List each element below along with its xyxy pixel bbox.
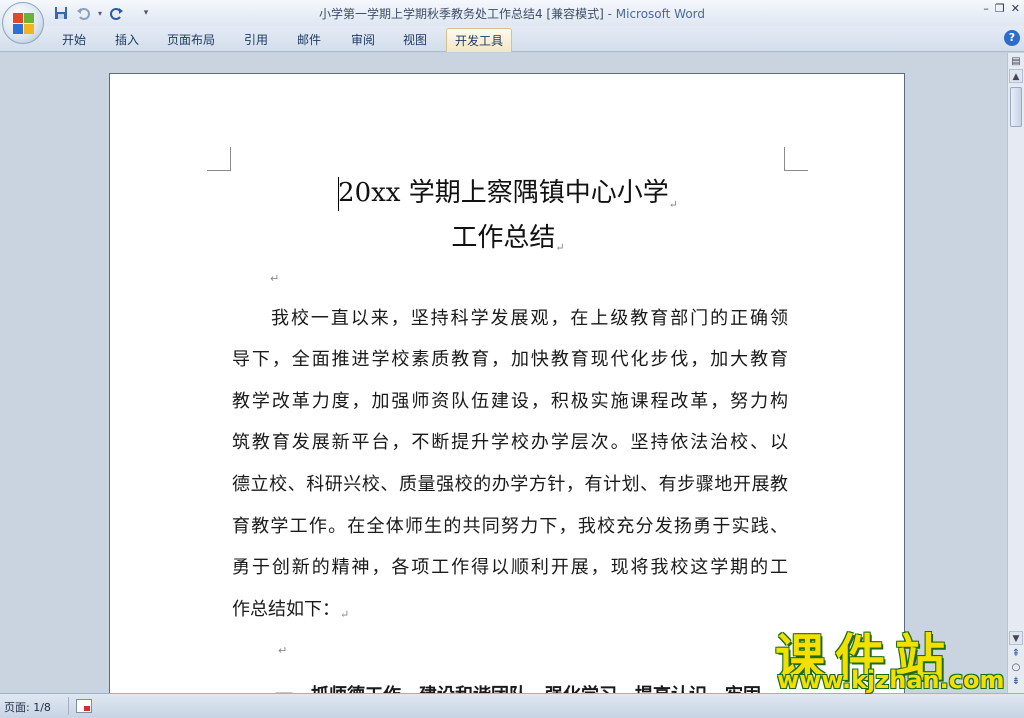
tab-references[interactable]: 引用 bbox=[244, 31, 268, 48]
body-line-8-text: 作总结如下： bbox=[232, 599, 340, 620]
title-bar: ▾ ▾ 小学第一学期上学期秋季教务处工作总结4 [兼容模式] - Microso… bbox=[0, 0, 1024, 26]
office-button[interactable] bbox=[2, 2, 44, 44]
close-button[interactable]: ✕ bbox=[1011, 2, 1020, 15]
ribbon-tab-bar: 开始 插入 页面布局 引用 邮件 审阅 视图 开发工具 ? bbox=[0, 26, 1024, 52]
paragraph-mark: ↵ bbox=[340, 608, 350, 621]
status-divider bbox=[68, 697, 69, 715]
body-line-4: 筑教育发展新平台，不断提升学校办学层次。坚持依法治校、以 bbox=[232, 432, 788, 453]
vertical-scrollbar[interactable]: ▤ ▲ ▼ ⇞ ○ ⇟ bbox=[1007, 53, 1024, 693]
tab-developer[interactable]: 开发工具 bbox=[446, 28, 513, 52]
watermark-url: www.kjzhan.com bbox=[777, 666, 1005, 694]
scroll-thumb[interactable] bbox=[1010, 87, 1022, 127]
margin-corner-left bbox=[207, 147, 231, 171]
paragraph-mark: ↵ bbox=[668, 198, 678, 211]
empty-paragraph-mark: ↵ bbox=[270, 272, 280, 285]
window-controls: – ❐ ✕ bbox=[983, 2, 1020, 15]
empty-paragraph-mark: ↵ bbox=[278, 644, 288, 657]
page-count[interactable]: 页面: 1/8 bbox=[4, 699, 51, 715]
scroll-down-button[interactable]: ▼ bbox=[1009, 631, 1023, 645]
body-line-3: 教学改革力度，加强师资队伍建设，积极实施课程改革，努力构 bbox=[232, 391, 788, 412]
tab-mailings[interactable]: 邮件 bbox=[297, 31, 321, 48]
document-title-line-2: 工作总结↵ bbox=[110, 217, 906, 254]
document-name: 小学第一学期上学期秋季教务处工作总结4 [兼容模式] bbox=[318, 7, 604, 21]
body-line-6: 育教学工作。在全体师生的共同努力下，我校充分发扬勇于实践、 bbox=[232, 516, 788, 537]
tab-view[interactable]: 视图 bbox=[403, 31, 427, 48]
body-line-7: 勇于创新的精神，各项工作得以顺利开展，现将我校这学期的工 bbox=[232, 557, 788, 578]
restore-button[interactable]: ❐ bbox=[995, 2, 1005, 15]
document-title-line-1: 20xx 学期上察隅镇中心小学↵ bbox=[110, 172, 906, 211]
office-logo-icon bbox=[13, 13, 35, 35]
site-watermark: 课件站 www.kjzhan.com bbox=[775, 618, 1010, 698]
title-separator: - bbox=[603, 7, 616, 21]
select-browse-object-icon[interactable]: ○ bbox=[1009, 661, 1023, 675]
margin-corner-right bbox=[784, 147, 808, 171]
body-line-1: 我校一直以来，坚持科学发展观，在上级教育部门的正确领 bbox=[271, 308, 788, 329]
view-ruler-icon[interactable]: ▤ bbox=[1009, 55, 1023, 69]
document-area[interactable]: 20xx 学期上察隅镇中心小学↵ 工作总结↵ ↵ 我校一直以来，坚持科学发展观，… bbox=[0, 53, 1007, 693]
body-line-8: 作总结如下：↵ bbox=[232, 595, 349, 621]
document-page[interactable]: 20xx 学期上察隅镇中心小学↵ 工作总结↵ ↵ 我校一直以来，坚持科学发展观，… bbox=[109, 73, 905, 693]
tab-home[interactable]: 开始 bbox=[62, 31, 86, 48]
scroll-up-button[interactable]: ▲ bbox=[1009, 69, 1023, 83]
section-heading-1: 一、抓师德工作，建设和谐团队，强化学习，提高认识，牢固 bbox=[275, 681, 761, 693]
help-icon[interactable]: ? bbox=[1004, 30, 1020, 46]
body-line-5: 德立校、科研兴校、质量强校的办学方针，有计划、有步骤地开展教 bbox=[232, 474, 788, 495]
tab-page-layout[interactable]: 页面布局 bbox=[167, 31, 215, 48]
paragraph-mark: ↵ bbox=[555, 241, 565, 254]
window-title: 小学第一学期上学期秋季教务处工作总结4 [兼容模式] - Microsoft W… bbox=[0, 5, 1024, 22]
tab-review[interactable]: 审阅 bbox=[351, 31, 375, 48]
previous-page-icon[interactable]: ⇞ bbox=[1009, 647, 1023, 661]
app-name: Microsoft Word bbox=[615, 7, 706, 21]
proofing-errors-icon[interactable] bbox=[76, 699, 92, 713]
title-line-2-text: 工作总结 bbox=[451, 223, 556, 253]
next-page-icon[interactable]: ⇟ bbox=[1009, 675, 1023, 689]
title-line-1-text: 20xx 学期上察隅镇中心小学 bbox=[338, 178, 669, 208]
minimize-button[interactable]: – bbox=[983, 2, 989, 15]
body-line-2: 导下，全面推进学校素质教育，加快教育现代化步伐，加大教育 bbox=[232, 349, 788, 370]
tab-insert[interactable]: 插入 bbox=[115, 31, 139, 48]
